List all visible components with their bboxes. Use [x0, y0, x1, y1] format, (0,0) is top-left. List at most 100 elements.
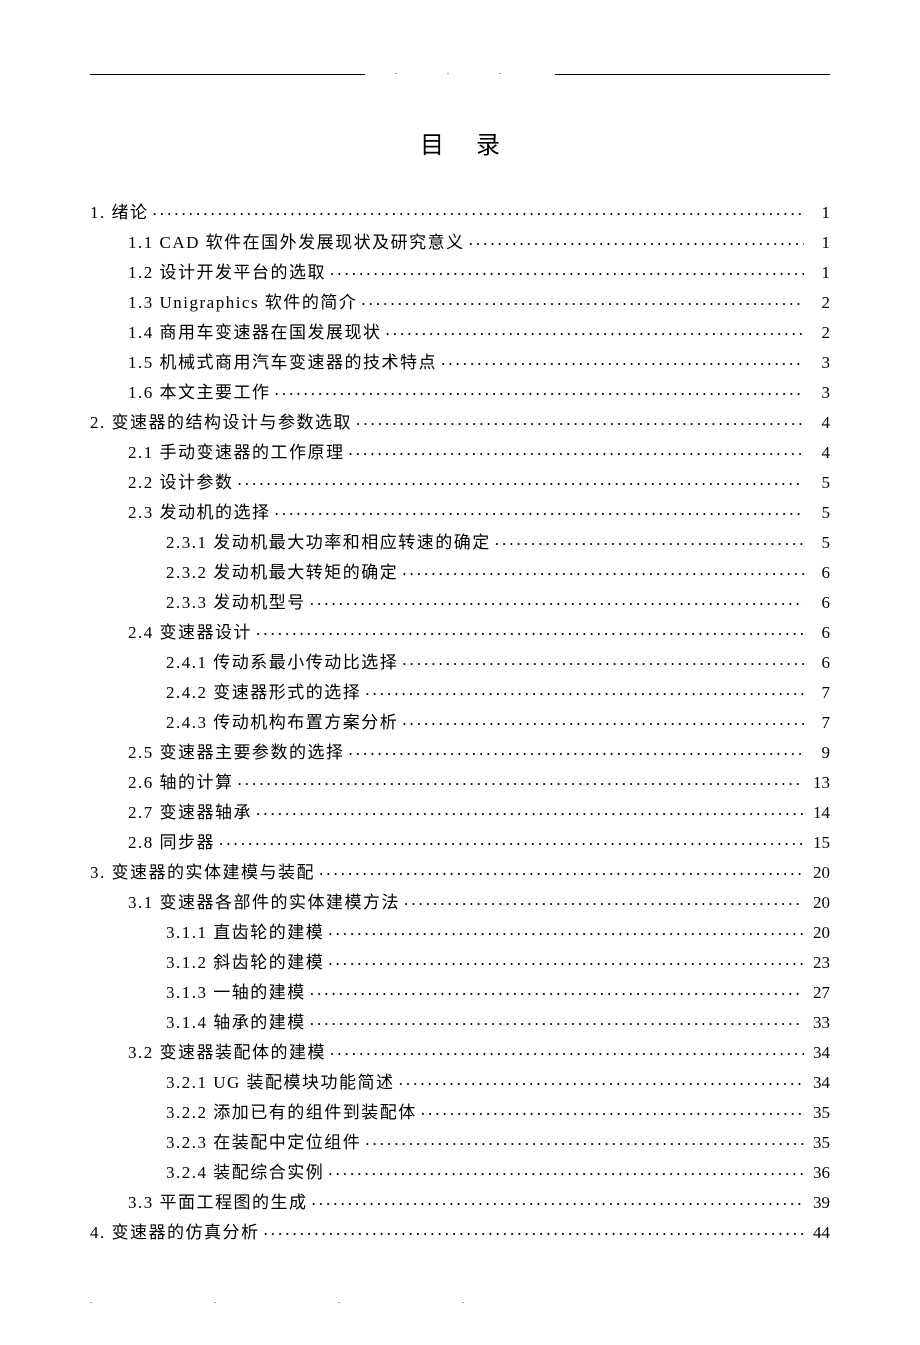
toc-entry-label: 1.6 本文主要工作 — [128, 384, 271, 401]
toc-entry-page: 5 — [808, 504, 830, 521]
toc-leader-dots — [399, 1071, 804, 1088]
toc-entry-page: 36 — [808, 1164, 830, 1181]
header-rule — [90, 74, 830, 75]
toc-entry: 1.1 CAD 软件在国外发展现状及研究意义 1 — [90, 226, 830, 256]
toc-entry-page: 27 — [808, 984, 830, 1001]
toc-leader-dots — [219, 831, 804, 848]
toc-leader-dots — [441, 351, 804, 368]
toc-leader-dots — [361, 291, 804, 308]
toc-entry: 2.3 发动机的选择5 — [90, 496, 830, 526]
toc-entry-label: 1.1 CAD 软件在国外发展现状及研究意义 — [128, 234, 465, 251]
toc-entry-page: 14 — [808, 804, 830, 821]
toc-entry-label: 1.2 设计开发平台的选取 — [128, 264, 326, 281]
toc-entry-page: 5 — [808, 474, 830, 491]
toc-entry-label: 2.4.1 传动系最小传动比选择 — [166, 654, 398, 671]
toc-entry: 2.6 轴的计算 13 — [90, 766, 830, 796]
toc-leader-dots — [275, 381, 805, 398]
toc-leader-dots — [386, 321, 805, 338]
toc-entry-label: 2.1 手动变速器的工作原理 — [128, 444, 345, 461]
toc-leader-dots — [330, 261, 804, 278]
toc-entry-label: 3.1.3 一轴的建模 — [166, 984, 306, 1001]
toc-leader-dots — [402, 711, 804, 728]
toc-entry-page: 6 — [808, 624, 830, 641]
toc-leader-dots — [402, 651, 804, 668]
footer-dots: . . . . — [90, 1296, 830, 1305]
toc-leader-dots — [328, 951, 804, 968]
toc-entry-label: 2. 变速器的结构设计与参数选取 — [90, 414, 352, 431]
toc-entry-page: 1 — [808, 204, 830, 221]
toc-entry: 4. 变速器的仿真分析 44 — [90, 1216, 830, 1246]
toc-leader-dots — [319, 861, 804, 878]
toc-entry-page: 6 — [808, 594, 830, 611]
toc-entry: 2.7 变速器轴承 14 — [90, 796, 830, 826]
toc-entry: 3. 变速器的实体建模与装配20 — [90, 856, 830, 886]
toc-entry-page: 7 — [808, 714, 830, 731]
toc-entry: 3.1.4 轴承的建模33 — [90, 1006, 830, 1036]
toc-entry-label: 1.3 Unigraphics 软件的简介 — [128, 294, 357, 311]
toc-entry: 2.3.3 发动机型号 6 — [90, 586, 830, 616]
toc-entry-page: 33 — [808, 1014, 830, 1031]
toc-leader-dots — [275, 501, 805, 518]
toc-entry-page: 44 — [808, 1224, 830, 1241]
toc-entry: 1.5 机械式商用汽车变速器的技术特点3 — [90, 346, 830, 376]
toc-entry-page: 13 — [808, 774, 830, 791]
toc-entry-label: 4. 变速器的仿真分析 — [90, 1224, 260, 1241]
toc-entry: 2.4.1 传动系最小传动比选择6 — [90, 646, 830, 676]
toc-leader-dots — [330, 1041, 804, 1058]
toc-entry-page: 20 — [808, 924, 830, 941]
toc-leader-dots — [310, 591, 804, 608]
toc-entry-label: 3.2 变速器装配体的建模 — [128, 1044, 326, 1061]
toc-entry-label: 2.5 变速器主要参数的选择 — [128, 744, 345, 761]
toc-leader-dots — [404, 891, 804, 908]
toc-leader-dots — [238, 471, 805, 488]
toc-entry-label: 2.4 变速器设计 — [128, 624, 252, 641]
toc-entry-label: 2.7 变速器轴承 — [128, 804, 252, 821]
toc-entry: 1.3 Unigraphics 软件的简介 2 — [90, 286, 830, 316]
toc-entry-label: 2.4.2 变速器形式的选择 — [166, 684, 361, 701]
toc-entry-page: 2 — [808, 294, 830, 311]
toc-entry-page: 1 — [808, 234, 830, 251]
toc-entry: 3.2.3 在装配中定位组件35 — [90, 1126, 830, 1156]
toc-entry-label: 2.3.3 发动机型号 — [166, 594, 306, 611]
toc-entry: 2.5 变速器主要参数的选择9 — [90, 736, 830, 766]
toc-entry: 3.2.4 装配综合实例 36 — [90, 1156, 830, 1186]
toc-entry: 2.3.2 发动机最大转矩的确定6 — [90, 556, 830, 586]
toc-entry-page: 23 — [808, 954, 830, 971]
toc-entry: 3.2 变速器装配体的建模34 — [90, 1036, 830, 1066]
toc-entry: 3.1.2 斜齿轮的建模 23 — [90, 946, 830, 976]
toc-entry-label: 3.1.1 直齿轮的建模 — [166, 924, 324, 941]
toc-entry: 2.4 变速器设计 6 — [90, 616, 830, 646]
toc-leader-dots — [469, 231, 804, 248]
toc-leader-dots — [349, 741, 805, 758]
toc-entry-label: 3.2.4 装配综合实例 — [166, 1164, 324, 1181]
toc-entry-page: 4 — [808, 414, 830, 431]
toc-title: 目录 — [90, 125, 830, 160]
toc-leader-dots — [312, 1191, 805, 1208]
toc-leader-dots — [421, 1101, 804, 1118]
table-of-contents: 1. 绪论11.1 CAD 软件在国外发展现状及研究意义11.2 设计开发平台的… — [90, 196, 830, 1246]
toc-entry-page: 20 — [808, 894, 830, 911]
toc-entry-label: 3. 变速器的实体建模与装配 — [90, 864, 315, 881]
toc-entry-page: 34 — [808, 1074, 830, 1091]
toc-entry-page: 1 — [808, 264, 830, 281]
toc-entry-label: 3.2.2 添加已有的组件到装配体 — [166, 1104, 417, 1121]
toc-leader-dots — [153, 201, 805, 218]
toc-entry: 1.2 设计开发平台的选取 1 — [90, 256, 830, 286]
toc-entry-label: 1. 绪论 — [90, 204, 149, 221]
toc-leader-dots — [310, 981, 804, 998]
toc-entry-label: 3.1.2 斜齿轮的建模 — [166, 954, 324, 971]
toc-entry-page: 35 — [808, 1104, 830, 1121]
toc-leader-dots — [402, 561, 804, 578]
toc-leader-dots — [264, 1221, 805, 1238]
toc-entry-label: 3.3 平面工程图的生成 — [128, 1194, 308, 1211]
toc-entry: 2.8 同步器15 — [90, 826, 830, 856]
toc-entry: 1. 绪论 1 — [90, 196, 830, 226]
toc-entry-label: 2.8 同步器 — [128, 834, 215, 851]
toc-entry: 2.1 手动变速器的工作原理4 — [90, 436, 830, 466]
toc-entry-page: 3 — [808, 384, 830, 401]
toc-leader-dots — [495, 531, 804, 548]
toc-entry: 2.3.1 发动机最大功率和相应转速的确定5 — [90, 526, 830, 556]
toc-entry: 3.1 变速器各部件的实体建模方法20 — [90, 886, 830, 916]
toc-entry-label: 2.3.2 发动机最大转矩的确定 — [166, 564, 398, 581]
toc-entry-label: 2.6 轴的计算 — [128, 774, 234, 791]
